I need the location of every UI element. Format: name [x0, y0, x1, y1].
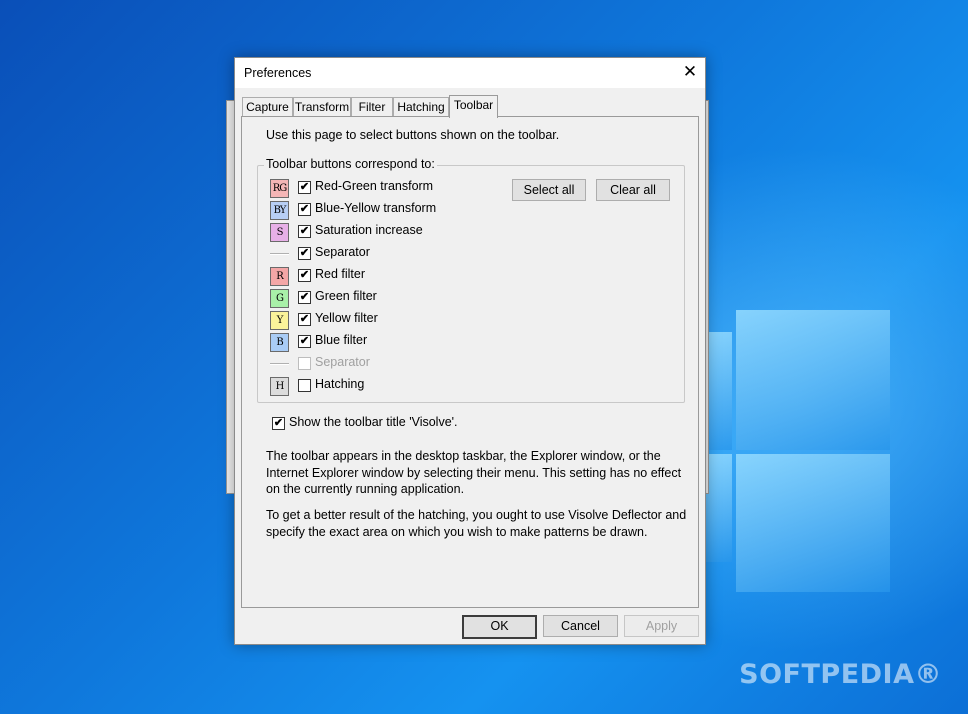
- preferences-dialog: Preferences ✕ Capture Transform Filter H…: [234, 57, 706, 645]
- dialog-title: Preferences: [244, 66, 312, 80]
- toolbar-item-label: Red filter: [315, 267, 366, 281]
- toolbar-item-checkbox[interactable]: ✔: [298, 269, 311, 282]
- toolbar-item-checkbox[interactable]: ✔: [298, 225, 311, 238]
- toolbar-item-checkbox[interactable]: ✔: [298, 247, 311, 260]
- softpedia-watermark: SOFTPEDIA®: [739, 659, 942, 690]
- windows-logo-pane-top-left: [706, 332, 732, 450]
- ok-button[interactable]: OK: [462, 615, 537, 639]
- tab-transform[interactable]: Transform: [293, 97, 351, 117]
- toolbar-item-checkbox[interactable]: ✔: [298, 291, 311, 304]
- toolbar-button-icon: R: [270, 267, 289, 286]
- separator-icon: [270, 253, 289, 255]
- toolbar-item-label: Separator: [315, 355, 370, 369]
- close-icon[interactable]: ✕: [675, 58, 705, 88]
- title-bar: Preferences ✕: [235, 58, 705, 88]
- toolbar-button-icon: G: [270, 289, 289, 308]
- toolbar-item-checkbox[interactable]: ✔: [298, 203, 311, 216]
- toolbar-item-label: Saturation increase: [315, 223, 423, 237]
- show-title-checkbox[interactable]: ✔: [272, 417, 285, 430]
- windows-logo-pane-bottom-right: [736, 454, 890, 592]
- toolbar-item-label: Separator: [315, 245, 370, 259]
- windows-logo-pane-bottom-left: [706, 454, 732, 562]
- toolbar-button-icon: H: [270, 377, 289, 396]
- toolbar-item-label: Green filter: [315, 289, 377, 303]
- taskbar-info-paragraph: The toolbar appears in the desktop taskb…: [266, 449, 682, 496]
- toolbar-item-checkbox[interactable]: ✔: [298, 313, 311, 326]
- toolbar-item-label: Blue-Yellow transform: [315, 201, 437, 215]
- select-all-button[interactable]: Select all: [512, 179, 586, 201]
- separator-icon: [270, 363, 289, 365]
- toolbar-button-icon: B: [270, 333, 289, 352]
- toolbar-item-label: Red-Green transform: [315, 179, 434, 193]
- toolbar-button-icon: Y: [270, 311, 289, 330]
- hatching-info-paragraph: To get a better result of the hatching, …: [266, 508, 687, 539]
- toolbar-button-icon: S: [270, 223, 289, 242]
- show-title-label: Show the toolbar title 'Visolve'.: [289, 415, 458, 429]
- intro-text: Use this page to select buttons shown on…: [266, 128, 560, 142]
- cancel-button[interactable]: Cancel: [543, 615, 618, 637]
- toolbar-item-label: Yellow filter: [315, 311, 378, 325]
- toolbar-buttons-group: Toolbar buttons correspond to: RG ✔ Red-Gr…: [257, 157, 685, 403]
- tab-filter[interactable]: Filter: [351, 97, 393, 117]
- toolbar-button-icon: BY: [270, 201, 289, 220]
- toolbar-item-checkbox[interactable]: ✔: [298, 335, 311, 348]
- toolbar-item-checkbox[interactable]: [298, 357, 311, 370]
- toolbar-item-label: Hatching: [315, 377, 365, 391]
- toolbar-item-checkbox[interactable]: ✔: [298, 181, 311, 194]
- tab-capture[interactable]: Capture: [242, 97, 293, 117]
- group-label: Toolbar buttons correspond to:: [264, 157, 437, 171]
- tab-hatching[interactable]: Hatching: [393, 97, 449, 117]
- clear-all-button[interactable]: Clear all: [596, 179, 670, 201]
- apply-button[interactable]: Apply: [624, 615, 699, 637]
- toolbar-button-icon: RG: [270, 179, 289, 198]
- windows-logo-pane-top-right: [736, 310, 890, 450]
- tab-toolbar[interactable]: Toolbar: [449, 95, 498, 118]
- toolbar-item-checkbox[interactable]: [298, 379, 311, 392]
- toolbar-tab-page: Use this page to select buttons shown on…: [241, 116, 699, 608]
- toolbar-item-label: Blue filter: [315, 333, 368, 347]
